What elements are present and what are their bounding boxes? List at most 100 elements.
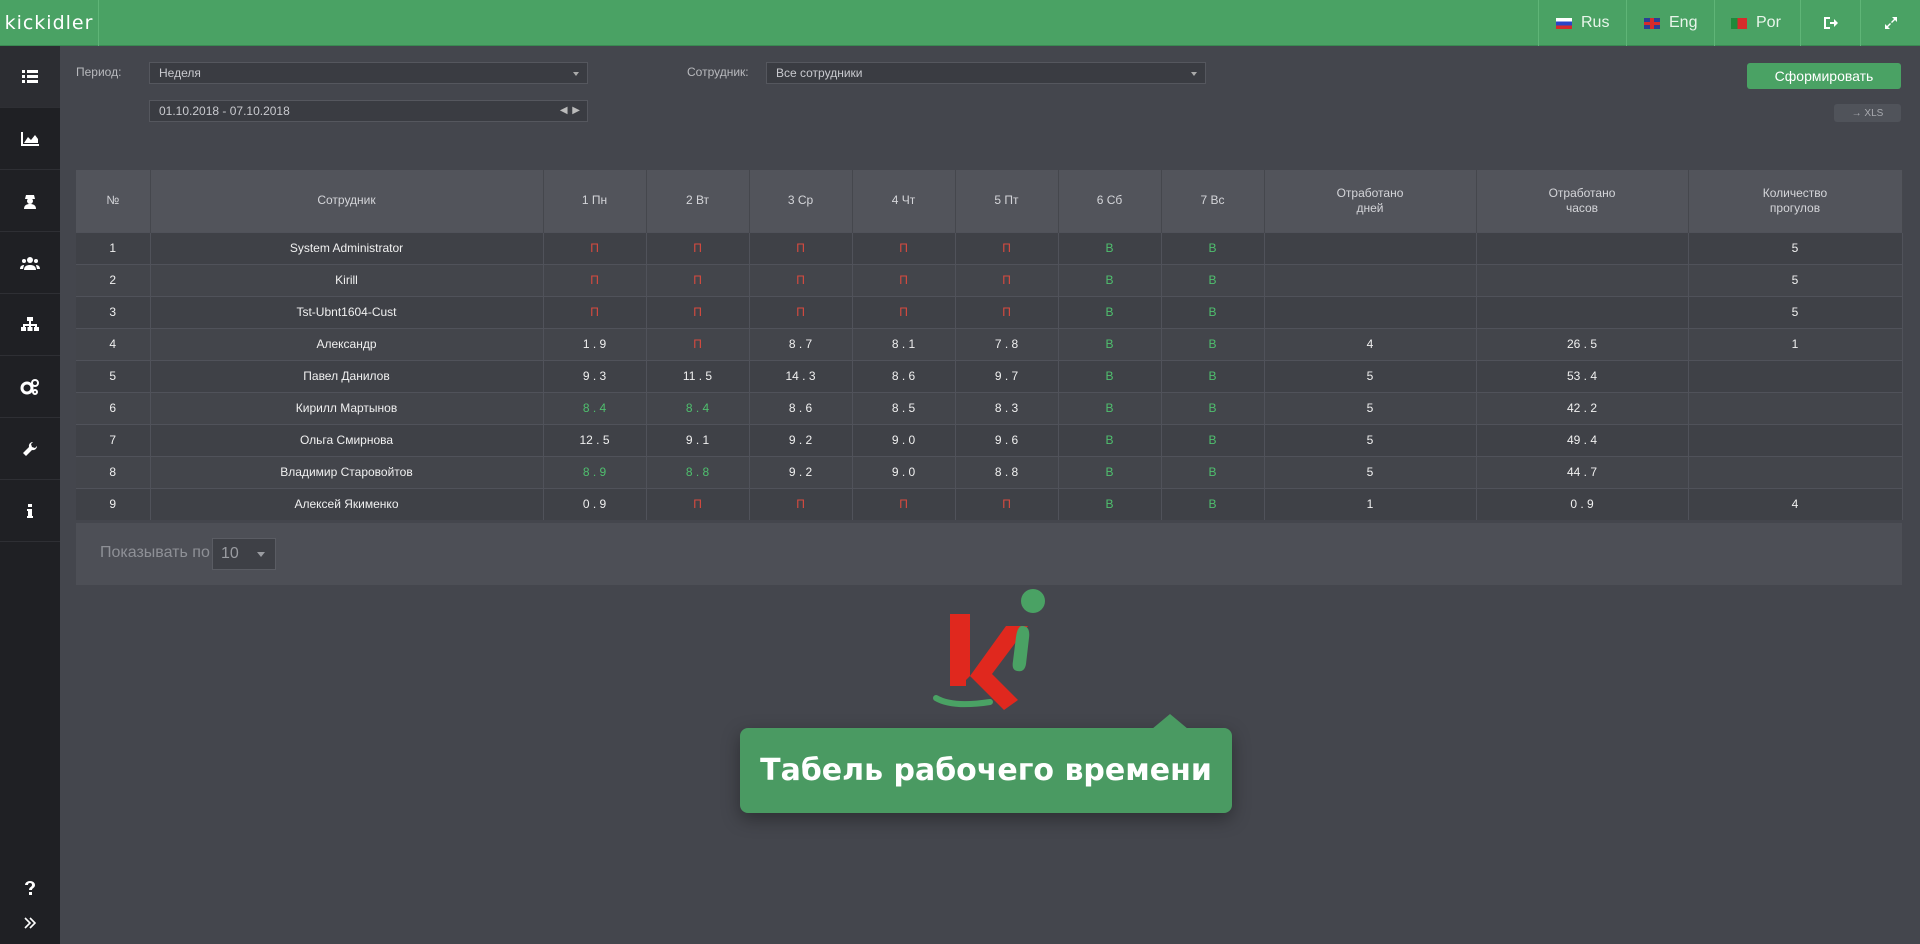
table-cell: 5 [1264,391,1477,424]
sidebar-item-monitoring[interactable] [0,170,60,232]
table-row[interactable]: 8 Владимир Старовойтов 8 . 98 . 89 . 29 . … [76,455,1903,488]
help-button[interactable] [0,868,60,908]
table-row[interactable]: 4 Александр 1 . 9П8 . 78 . 17 . 8 В В 4 26 . 5… [76,327,1903,360]
table-cell: 4 [76,327,151,360]
column-header: 1 Пн [543,170,647,232]
chevron-down-icon [573,72,579,76]
date-range-picker[interactable]: 01.10.2018 - 07.10.2018 ◀ ▶ [149,100,588,122]
table-row[interactable]: 1 System Administrator П П П П П В В 5 [76,231,1903,264]
table-cell: 8 [76,455,151,488]
table-cell: 9 . 6 [955,423,1059,456]
table-cell: 8 . 7 [749,327,853,360]
table-row[interactable]: 7 Ольга Смирнова 12 . 59 . 19 . 29 . 09 . … [76,423,1903,456]
table-cell: П [955,295,1059,328]
lang-eng[interactable]: Eng [1626,0,1714,46]
table-body: 1 System Administrator П П П П П В В 5 2 Kirill П П П П… [76,231,1903,520]
lang-label: Rus [1581,14,1610,31]
employee-name-cell: Ольга Смирнова [150,423,544,456]
table-cell: 26 . 5 [1476,327,1689,360]
table-cell: 8 . 4 [543,391,647,424]
period-select[interactable]: Неделя [149,62,588,84]
table-cell: 11 . 5 [646,359,750,392]
table-cell: В [1058,231,1162,264]
column-header: 5 Пт [955,170,1059,232]
info-icon [27,503,33,518]
table-cell: П [749,487,853,520]
table-cell: 0 . 9 [1476,487,1689,520]
table-cell: 9 . 2 [749,423,853,456]
table-cell: 9 . 0 [852,455,956,488]
table-cell: 8 . 4 [646,391,750,424]
column-header: Количество прогулов [1688,170,1903,232]
table-cell [1476,295,1689,328]
table-cell: В [1161,231,1265,264]
table-cell: 44 . 7 [1476,455,1689,488]
logout-button[interactable] [1800,0,1860,46]
lang-por[interactable]: Por [1714,0,1800,46]
table-cell: В [1058,359,1162,392]
table-cell: 1 [76,231,151,264]
table-cell: В [1058,391,1162,424]
sidebar-item-employees[interactable] [0,232,60,294]
table-cell: В [1058,455,1162,488]
export-xls-button[interactable]: → XLS [1834,104,1901,122]
prev-next-arrows-icon[interactable]: ◀ ▶ [560,101,581,121]
period-value: Неделя [159,66,201,80]
table-cell: П [749,263,853,296]
sidebar-item-settings[interactable] [0,356,60,418]
table-row[interactable]: 5 Павел Данилов 9 . 3 11 . 5 14 . 38 . 69 . … [76,359,1903,392]
generate-report-button[interactable]: Сформировать [1747,63,1901,89]
table-row[interactable]: 2 Kirill П П П П П В В 5 [76,263,1903,296]
employee-label: Сотрудник: [687,65,749,79]
table-row[interactable]: 3 Tst-Ubnt1604-Cust П П П П П В В 5 [76,295,1903,328]
table-cell [1476,263,1689,296]
table-cell: В [1058,487,1162,520]
table-row[interactable]: 6 Кирилл Мартынов 8 . 48 . 48 . 68 . 58 . … [76,391,1903,424]
timesheet-table: № Сотрудник 1 Пн 2 Вт 3 Ср 4 Чт 5 Пт 6 Сб 7 Вс От… [76,170,1903,520]
sidebar-item-tools[interactable] [0,418,60,480]
table-cell: 6 [76,391,151,424]
table-cell: П [852,231,956,264]
employee-select[interactable]: Все сотрудники [766,62,1206,84]
sidebar-item-info[interactable] [0,480,60,542]
table-cell: 9 . 3 [543,359,647,392]
employee-name-cell: Павел Данилов [150,359,544,392]
lang-label: Por [1756,14,1781,31]
column-header: 7 Вс [1161,170,1265,232]
table-cell: 1 [1688,327,1903,360]
gears-icon [20,378,39,395]
page-size-label: Показывать по [100,544,210,561]
employee-name-cell: Kirill [150,263,544,296]
table-cell: В [1161,327,1265,360]
table-cell: В [1058,423,1162,456]
table-row[interactable]: 9 Алексей Якименко 0 . 9ППППВВ10 . 94 [76,487,1903,520]
lang-label: Eng [1669,14,1698,31]
fullscreen-button[interactable] [1860,0,1920,46]
page-size-select[interactable]: 10 [212,538,276,570]
table-cell [1688,391,1903,424]
flag-portugal-icon [1731,17,1747,29]
table-cell: 5 [1264,359,1477,392]
sidebar-item-analytics[interactable] [0,108,60,170]
employee-name-cell: Tst-Ubnt1604-Cust [150,295,544,328]
table-cell: В [1161,391,1265,424]
table-cell [1264,263,1477,296]
table-cell: 5 [76,359,151,392]
table-cell: П [646,487,750,520]
expand-sidebar-button[interactable] [0,903,60,943]
table-cell: В [1161,263,1265,296]
table-cell: П [955,487,1059,520]
app-logo[interactable]: KICKIDLER [0,0,99,46]
table-cell: 7 [76,423,151,456]
employee-name-cell: System Administrator [150,231,544,264]
lang-rus[interactable]: Rus [1538,0,1626,46]
sidebar-item-reports[interactable] [0,46,60,108]
table-cell: П [955,231,1059,264]
sidebar-item-structure[interactable] [0,294,60,356]
column-header: Отработано часов [1476,170,1689,232]
table-cell: 9 . 2 [749,455,853,488]
table-cell: П [749,295,853,328]
column-header: Сотрудник [150,170,544,232]
list-icon [22,70,38,83]
table-cell: 8 . 6 [852,359,956,392]
